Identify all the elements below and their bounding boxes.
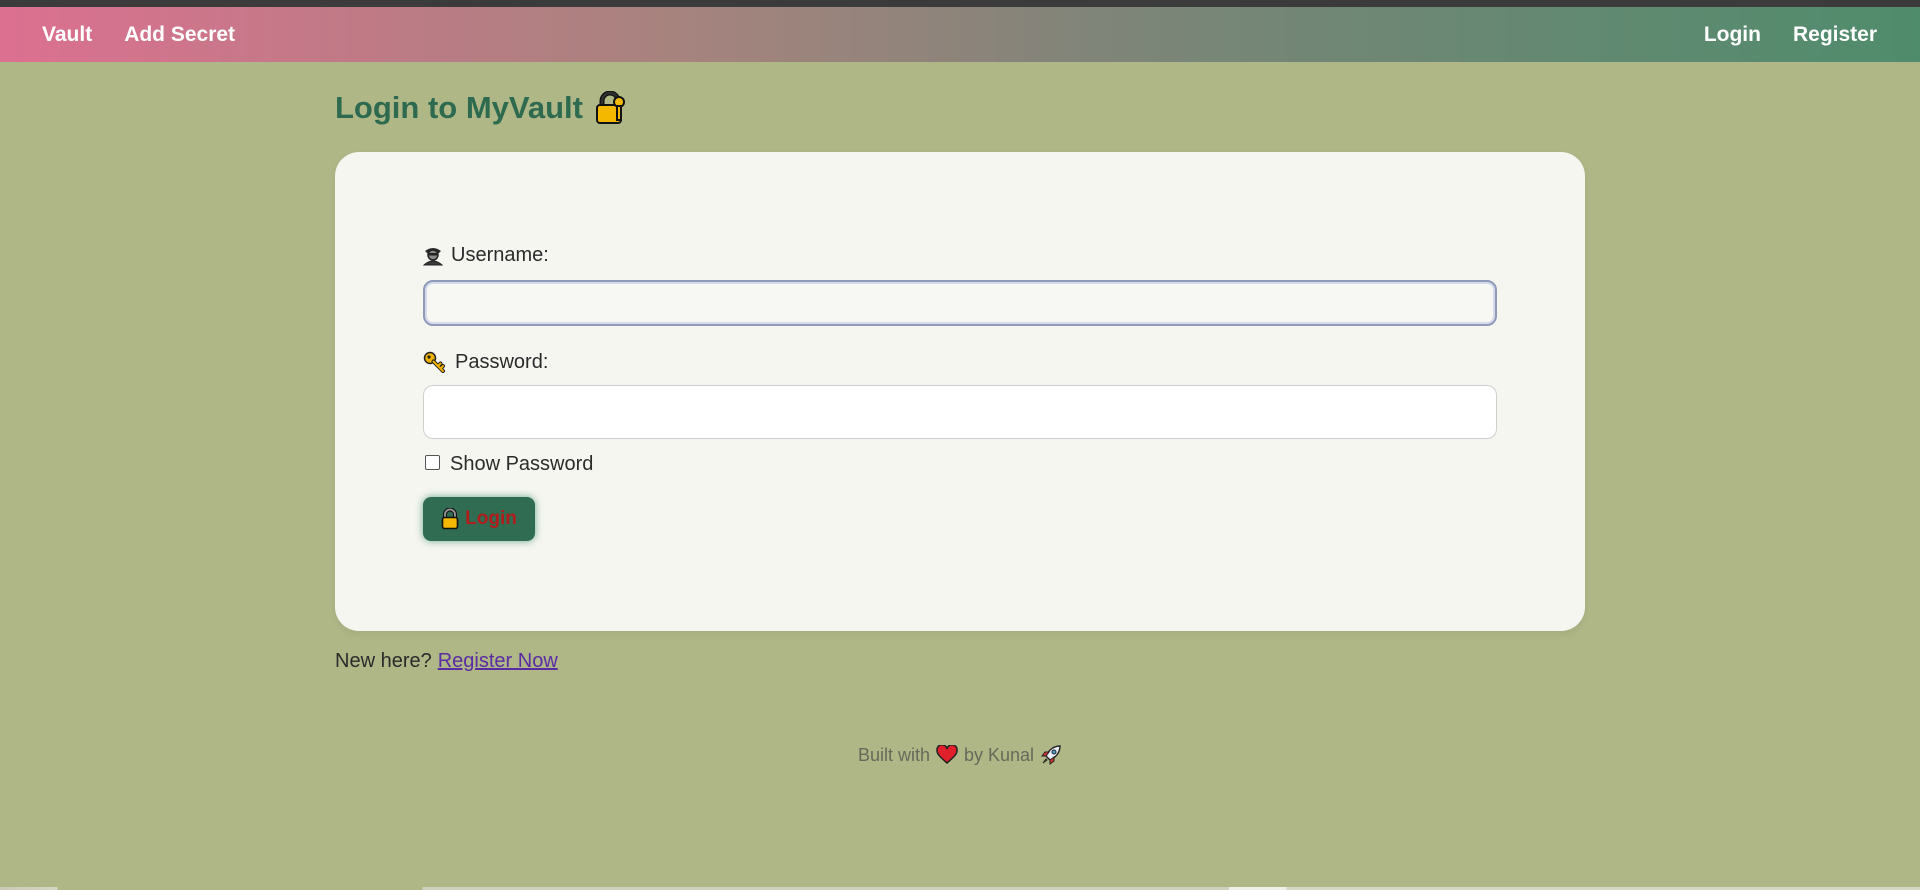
login-button[interactable]: Login [423,497,535,541]
username-label: Username: [423,242,549,268]
register-prompt-text: New here? [335,649,432,672]
nav-login-link[interactable]: Login [1704,23,1761,47]
password-label: Password: [423,349,548,375]
login-card: Username: Password: Show Password Login [335,152,1585,631]
key-icon [423,351,447,373]
login-button-label: Login [465,508,517,529]
register-prompt: New here? Register Now [335,647,558,675]
password-input[interactable] [423,385,1497,439]
browser-top-strip [0,0,1920,7]
page-title: Login to MyVault [335,88,627,128]
username-label-text: Username: [451,243,549,266]
spy-person-icon [423,244,443,266]
heart-icon [936,745,958,765]
nav-right-group: Login Register [1704,7,1877,62]
footer-prefix: Built with [857,744,930,765]
locked-with-key-icon [593,91,627,125]
nav-brand-vault[interactable]: Vault [42,23,92,47]
rocket-icon [1040,744,1062,766]
page-title-text: Login to MyVault [335,90,583,125]
footer-suffix: by Kunal [963,744,1035,765]
footer: Built with by Kunal [0,742,1920,768]
show-password-checkbox[interactable] [425,455,440,470]
show-password-row: Show Password [423,449,593,479]
show-password-label[interactable]: Show Password [450,453,593,476]
password-label-text: Password: [455,350,549,373]
lock-icon [441,508,459,530]
register-now-link[interactable]: Register Now [438,650,558,673]
nav-left-group: Vault Add Secret [42,7,235,62]
username-input[interactable] [423,280,1497,326]
nav-add-secret-link[interactable]: Add Secret [124,23,235,47]
navbar: Vault Add Secret Login Register [0,7,1920,62]
nav-register-link[interactable]: Register [1793,23,1877,47]
